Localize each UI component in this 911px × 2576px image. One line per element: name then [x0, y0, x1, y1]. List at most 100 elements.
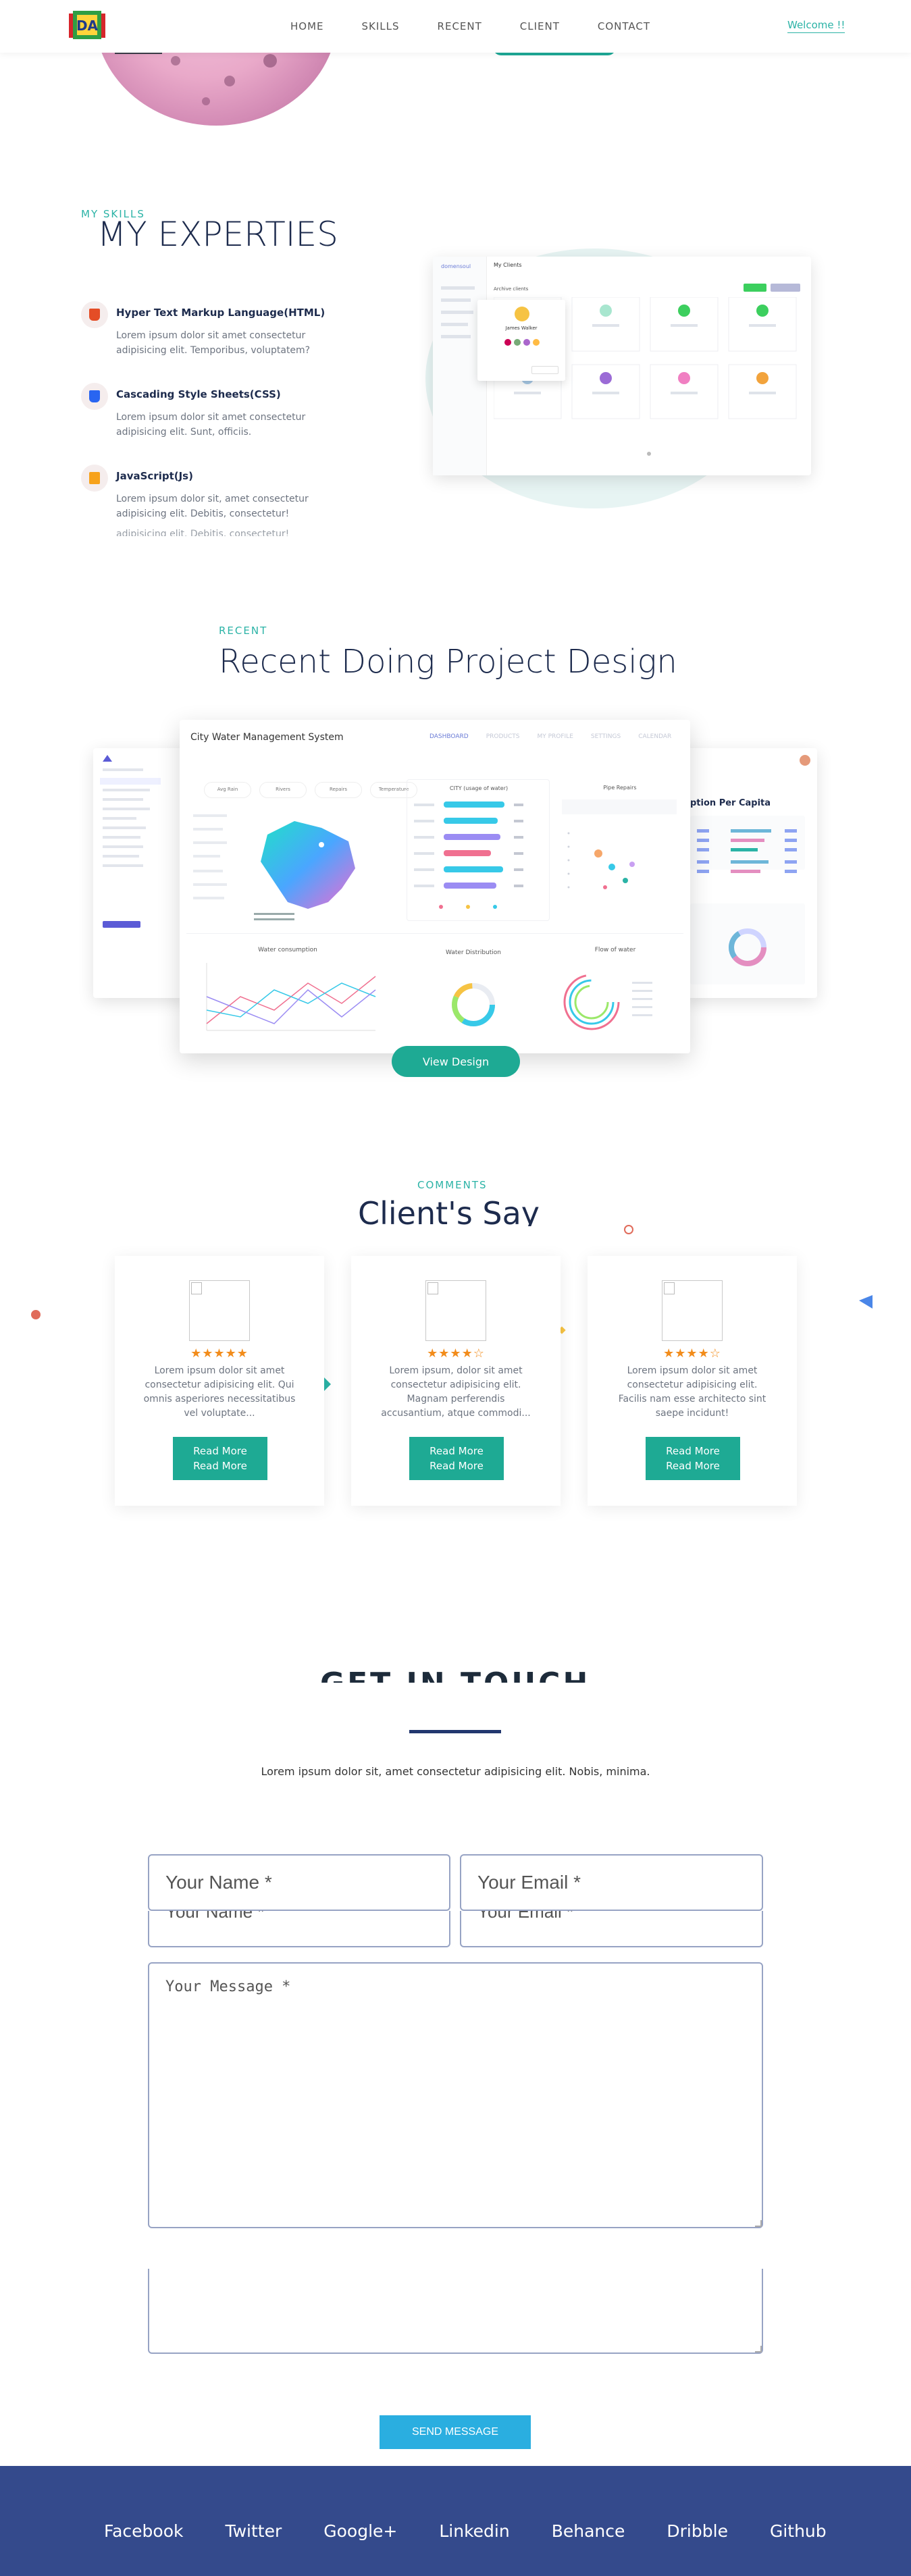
skill-title: Hyper Text Markup Language(HTML)	[116, 307, 326, 319]
mock-header: My Clients	[494, 262, 522, 268]
dashboard-tab[interactable]: PRODUCTS	[486, 733, 520, 740]
mock-brand: domensoul	[441, 263, 471, 269]
nav-links: HOME SKILLS RECENT CLIENT CONTACT	[290, 20, 688, 32]
footer-link-dribble[interactable]: Dribble	[667, 2521, 728, 2541]
project-mock-left	[93, 748, 188, 998]
read-more-button[interactable]: Read More Read More	[409, 1437, 504, 1480]
nav-home[interactable]: HOME	[290, 20, 324, 32]
email-field[interactable]: Your Email *	[460, 1854, 763, 1911]
email-field-duplicate: Your Email *	[460, 1911, 763, 1947]
nav-contact[interactable]: CONTACT	[598, 20, 650, 32]
project-dashboard-mockup: City Water Management System DASHBOARD P…	[180, 720, 690, 1053]
consumption-line-chart	[206, 963, 376, 1031]
dashboard-title: City Water Management System	[190, 732, 344, 743]
view-design-button[interactable]: View Design	[392, 1046, 520, 1077]
usage-panel: CITY (usage of water)	[407, 779, 550, 921]
skill-desc: Lorem ipsum dolor sit, amet consectetur …	[116, 494, 309, 519]
chart-title-distribution: Water Distribution	[446, 949, 501, 956]
contact-divider	[409, 1730, 501, 1733]
project-mock-right: ption Per Capita	[682, 748, 817, 998]
distribution-donut	[452, 983, 495, 1026]
footer-link-behance[interactable]: Behance	[552, 2521, 625, 2541]
usage-title: CITY (usage of water)	[449, 785, 509, 791]
read-more-button[interactable]: Read More Read More	[173, 1437, 267, 1480]
read-more-label: Read More	[193, 1460, 247, 1472]
dashboard-tabs: DASHBOARD PRODUCTS MY PROFILE SETTINGS C…	[430, 733, 671, 740]
mock-user: James Walker	[505, 325, 538, 331]
rating-stars: ★★★★☆	[427, 1346, 485, 1361]
css3-icon	[81, 383, 108, 410]
welcome-link[interactable]: Welcome !!	[787, 19, 845, 33]
rating-stars: ★★★★☆	[663, 1346, 721, 1361]
client-avatar	[425, 1280, 486, 1341]
skills-title: MY EXPERTIES	[97, 215, 338, 254]
read-more-button[interactable]: Read More Read More	[646, 1437, 740, 1480]
decor-triangle	[859, 1295, 873, 1309]
testimonial-card: ★★★★☆ Lorem ipsum, dolor sit amet consec…	[351, 1256, 561, 1506]
testimonial-text: Lorem ipsum, dolor sit amet consectetur …	[381, 1365, 531, 1419]
read-more-label: Read More	[666, 1460, 720, 1472]
read-more-label: Read More	[666, 1445, 720, 1457]
dashboard-tab[interactable]: DASHBOARD	[430, 733, 469, 740]
site-logo[interactable]: DA	[66, 8, 108, 42]
chart-title-consumption: Water consumption	[258, 947, 317, 953]
skill-title: Cascading Style Sheets(CSS)	[116, 388, 281, 400]
mock-popup-card: James Walker	[477, 300, 565, 381]
html5-icon	[81, 301, 108, 328]
contact-title: GET IN TOUCH	[320, 1666, 590, 1683]
contact-title-wrap: GET IN TOUCH	[320, 1666, 590, 1683]
skills-dashboard-mockup: domensoul My Clients Archive clients Jam…	[433, 257, 811, 475]
dashboard-tab[interactable]: CALENDAR	[638, 733, 671, 740]
footer-link-facebook[interactable]: Facebook	[104, 2521, 183, 2541]
top-navbar: DA HOME SKILLS RECENT CLIENT CONTACT Wel…	[0, 0, 911, 53]
read-more-label: Read More	[430, 1460, 484, 1472]
resize-handle-icon[interactable]	[755, 2220, 762, 2227]
read-more-label: Read More	[193, 1445, 247, 1457]
recent-title: Recent Doing Project Design	[219, 643, 677, 681]
footer-link-twitter[interactable]: Twitter	[225, 2521, 282, 2541]
contact-subtitle: Lorem ipsum dolor sit, amet consectetur …	[261, 1765, 650, 1778]
javascript-icon	[81, 465, 108, 492]
comments-title-wrap: Client's Say	[358, 1195, 561, 1226]
name-field[interactable]: Your Name *	[148, 1854, 450, 1911]
pipe-panel: Pipe Repairs	[558, 779, 682, 921]
send-message-button[interactable]: SEND MESSAGE	[380, 2415, 531, 2449]
pipe-title: Pipe Repairs	[603, 785, 637, 791]
rating-stars: ★★★★★	[190, 1346, 249, 1361]
footer-link-googleplus[interactable]: Google+	[323, 2521, 397, 2541]
dashboard-map	[193, 814, 355, 920]
client-avatar	[662, 1280, 723, 1341]
chart-title-flow: Flow of water	[594, 947, 636, 953]
skill-desc: Lorem ipsum dolor sit amet consectetur a…	[116, 412, 306, 438]
footer-link-github[interactable]: Github	[770, 2521, 827, 2541]
comments-title: Client's Say	[358, 1195, 540, 1226]
dashboard-tab[interactable]: SETTINGS	[591, 733, 621, 740]
decor-ring	[624, 1225, 633, 1234]
flow-radial-chart	[563, 974, 652, 1030]
message-field-duplicate	[148, 2269, 763, 2354]
recent-eyebrow: RECENT	[219, 625, 268, 637]
nav-recent[interactable]: RECENT	[438, 20, 482, 32]
mock-right-title: ption Per Capita	[690, 798, 771, 808]
dashboard-tab[interactable]: MY PROFILE	[537, 733, 573, 740]
dashboard-stats: Avg Rain Rivers Repairs Temperature	[204, 782, 417, 798]
testimonial-text: Lorem ipsum dolor sit amet consectetur a…	[143, 1365, 296, 1419]
testimonial-text: Lorem ipsum dolor sit amet consectetur a…	[618, 1365, 766, 1419]
footer-link-linkedin[interactable]: Linkedin	[439, 2521, 509, 2541]
decor-dot	[31, 1310, 41, 1319]
mock-subtitle: Archive clients	[494, 286, 529, 292]
decor-arrow	[324, 1377, 331, 1391]
footer: Facebook Twitter Google+ Linkedin Behanc…	[0, 2466, 911, 2576]
skill-title: JavaScript(Js)	[116, 470, 193, 482]
testimonial-card: ★★★★★ Lorem ipsum dolor sit amet consect…	[115, 1256, 324, 1506]
nav-client[interactable]: CLIENT	[520, 20, 560, 32]
message-field[interactable]: Your Message *	[148, 1962, 763, 2228]
svg-text:DA: DA	[76, 18, 99, 34]
nav-skills[interactable]: SKILLS	[362, 20, 400, 32]
testimonial-card: ★★★★☆ Lorem ipsum dolor sit amet consect…	[588, 1256, 797, 1506]
read-more-label: Read More	[430, 1445, 484, 1457]
comments-eyebrow: COMMENTS	[417, 1179, 488, 1191]
resize-handle-icon	[755, 2346, 762, 2352]
skill-item-js: JavaScript(Js) Lorem ipsum dolor sit, am…	[81, 465, 338, 536]
skill-desc-clipped: adipisicing elit. Debitis, consectetur!	[116, 529, 290, 536]
